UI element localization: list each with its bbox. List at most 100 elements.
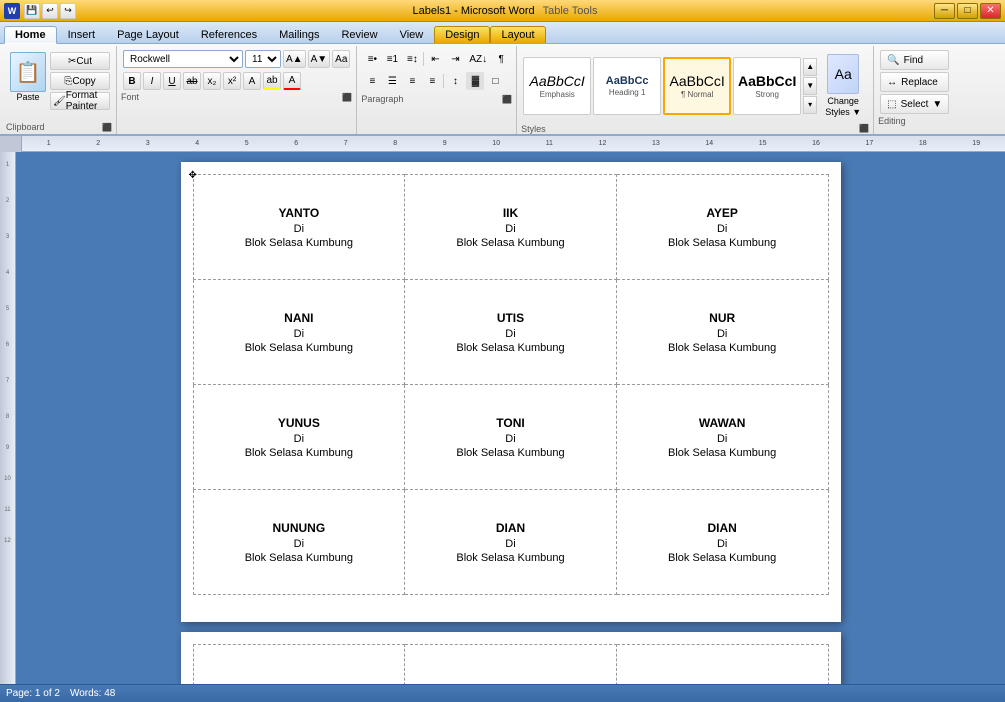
align-left-btn[interactable]: ≡ <box>363 72 381 90</box>
page-handle[interactable]: ✥ <box>189 170 199 180</box>
align-center-btn[interactable]: ☰ <box>383 72 401 90</box>
document-title: Labels1 - Microsoft Word <box>413 5 535 17</box>
tab-layout[interactable]: Layout <box>490 26 545 43</box>
label-cell-1-1[interactable]: UTIS Di Blok Selasa Kumbung <box>405 280 617 385</box>
strong-sample: AaBbCcI <box>738 73 796 90</box>
label-cell-0-0[interactable]: YANTO Di Blok Selasa Kumbung <box>193 175 405 280</box>
tab-page-layout[interactable]: Page Layout <box>106 26 190 43</box>
tab-view[interactable]: View <box>389 26 435 43</box>
quick-save-btn[interactable]: 💾 <box>24 3 40 19</box>
shading-btn[interactable]: ▓ <box>466 72 484 90</box>
close-btn[interactable]: ✕ <box>980 3 1001 19</box>
tab-review[interactable]: Review <box>330 26 388 43</box>
label-cell-0-1[interactable]: IIK Di Blok Selasa Kumbung <box>405 175 617 280</box>
tab-insert[interactable]: Insert <box>57 26 107 43</box>
label-name-1-0: NANI <box>202 311 397 325</box>
label-cell-2-0[interactable]: YUNUS Di Blok Selasa Kumbung <box>193 385 405 490</box>
find-button[interactable]: 🔍 Find <box>880 50 949 70</box>
clipboard-group-bottom: Clipboard ⬛ <box>6 122 112 132</box>
copy-button[interactable]: ⎘ Copy <box>50 72 110 90</box>
style-strong[interactable]: AaBbCcI Strong <box>733 57 801 115</box>
decrease-indent-btn[interactable]: ⇤ <box>426 50 444 68</box>
clipboard-expand[interactable]: ⬛ <box>102 123 112 132</box>
partial-cell <box>405 645 617 685</box>
paragraph-controls: ≡• ≡1 ≡↕ ⇤ ⇥ AZ↓ ¶ ≡ ☰ ≡ ≡ ↕ ▓ □ <box>361 48 512 94</box>
labels-table: YANTO Di Blok Selasa Kumbung IIK Di Blok… <box>193 174 829 595</box>
style-normal[interactable]: AaBbCcI ¶ Normal <box>663 57 731 115</box>
number-list-btn[interactable]: ≡1 <box>383 50 401 68</box>
font-format-row: B I U ab x₂ x² A ab A <box>123 72 350 90</box>
style-heading1[interactable]: AaBbCc Heading 1 <box>593 57 661 115</box>
undo-btn[interactable]: ↩ <box>42 3 58 19</box>
clear-format-btn[interactable]: Aa <box>332 50 350 68</box>
strikethrough-button[interactable]: ab <box>183 72 201 90</box>
maximize-btn[interactable]: □ <box>957 3 978 19</box>
font-group: Rockwell 11 A▲ A▼ Aa B I U ab x₂ x² A ab… <box>117 46 357 134</box>
tab-references[interactable]: References <box>190 26 268 43</box>
font-size-select[interactable]: 11 <box>245 50 281 68</box>
tab-mailings[interactable]: Mailings <box>268 26 330 43</box>
label-cell-3-1[interactable]: DIAN Di Blok Selasa Kumbung <box>405 490 617 595</box>
editing-controls: 🔍 Find ↔ Replace ⬚ Select ▼ <box>878 48 951 116</box>
sort-btn[interactable]: AZ↓ <box>466 50 490 68</box>
styles-expand[interactable]: ⬛ <box>859 124 869 133</box>
label-cell-3-0[interactable]: NUNUNG Di Blok Selasa Kumbung <box>193 490 405 595</box>
label-location-2-0: Blok Selasa Kumbung <box>202 447 397 459</box>
select-button[interactable]: ⬚ Select ▼ <box>880 94 949 114</box>
font-name-select[interactable]: Rockwell <box>123 50 243 68</box>
select-icon: ⬚ <box>887 99 896 110</box>
label-di-1-0: Di <box>202 328 397 340</box>
label-cell-2-1[interactable]: TONI Di Blok Selasa Kumbung <box>405 385 617 490</box>
label-di-2-0: Di <box>202 433 397 445</box>
font-expand[interactable]: ⬛ <box>342 93 352 102</box>
paragraph-expand[interactable]: ⬛ <box>502 95 512 104</box>
font-group-bottom: Font ⬛ <box>121 92 352 102</box>
highlight-button[interactable]: ab <box>263 72 281 90</box>
label-cell-0-2[interactable]: AYEP Di Blok Selasa Kumbung <box>616 175 828 280</box>
redo-btn[interactable]: ↪ <box>60 3 76 19</box>
minimize-btn[interactable]: ─ <box>934 3 955 19</box>
bold-button[interactable]: B <box>123 72 141 90</box>
styles-scroll-more[interactable]: ▾ <box>803 96 817 114</box>
label-cell-2-2[interactable]: WAWAN Di Blok Selasa Kumbung <box>616 385 828 490</box>
tab-home[interactable]: Home <box>4 26 57 44</box>
label-cell-3-2[interactable]: DIAN Di Blok Selasa Kumbung <box>616 490 828 595</box>
font-color-button[interactable]: A <box>283 72 301 90</box>
increase-font-btn[interactable]: A▲ <box>283 50 306 68</box>
text-effects-button[interactable]: A <box>243 72 261 90</box>
change-styles-button[interactable]: Aа ChangeStyles ▼ <box>819 50 867 122</box>
doc-scroll[interactable]: ✥ YANTO Di Blok Selasa Kumbung IIK Di Bl… <box>16 152 1005 684</box>
styles-scroll-down[interactable]: ▼ <box>803 77 817 95</box>
show-marks-btn[interactable]: ¶ <box>492 50 510 68</box>
underline-button[interactable]: U <box>163 72 181 90</box>
align-right-btn[interactable]: ≡ <box>403 72 421 90</box>
italic-button[interactable]: I <box>143 72 161 90</box>
ribbon: 📋 Paste ✂ Cut ⎘ Copy 🖌 Format Painter Cl… <box>0 44 1005 136</box>
subscript-button[interactable]: x₂ <box>203 72 221 90</box>
ruler-mark: 19 <box>972 140 980 147</box>
clipboard-small-btns: ✂ Cut ⎘ Copy 🖌 Format Painter <box>50 52 110 110</box>
word-count: Words: 48 <box>70 688 115 699</box>
tab-design[interactable]: Design <box>434 26 490 43</box>
increase-indent-btn[interactable]: ⇥ <box>446 50 464 68</box>
label-location-0-2: Blok Selasa Kumbung <box>625 237 820 249</box>
justify-btn[interactable]: ≡ <box>423 72 441 90</box>
cut-button[interactable]: ✂ Cut <box>50 52 110 70</box>
label-name-3-1: DIAN <box>413 521 608 535</box>
decrease-font-btn[interactable]: A▼ <box>308 50 331 68</box>
line-spacing-btn[interactable]: ↕ <box>446 72 464 90</box>
superscript-button[interactable]: x² <box>223 72 241 90</box>
bullet-list-btn[interactable]: ≡• <box>363 50 381 68</box>
multilevel-list-btn[interactable]: ≡↕ <box>403 50 421 68</box>
label-di-3-1: Di <box>413 538 608 550</box>
replace-button[interactable]: ↔ Replace <box>880 72 949 92</box>
ruler-mark: 9 <box>443 140 447 147</box>
label-di-2-2: Di <box>625 433 820 445</box>
format-painter-button[interactable]: 🖌 Format Painter <box>50 92 110 110</box>
paste-button[interactable]: 📋 Paste <box>8 50 48 104</box>
border-btn[interactable]: □ <box>486 72 504 90</box>
styles-scroll-up[interactable]: ▲ <box>803 58 817 76</box>
label-cell-1-0[interactable]: NANI Di Blok Selasa Kumbung <box>193 280 405 385</box>
label-cell-1-2[interactable]: NUR Di Blok Selasa Kumbung <box>616 280 828 385</box>
style-emphasis[interactable]: AaBbCcI Emphasis <box>523 57 591 115</box>
